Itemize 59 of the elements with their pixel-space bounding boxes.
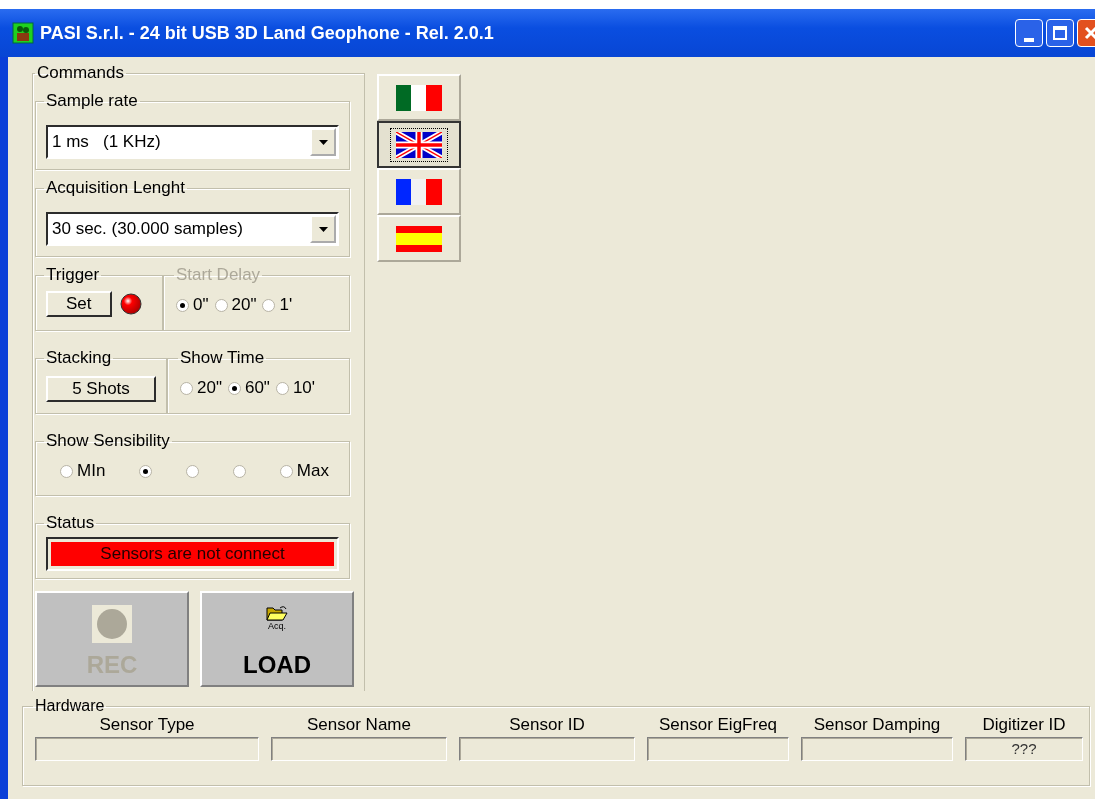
radio-label: 20": [197, 378, 222, 398]
window-title: PASI S.r.l. - 24 bit USB 3D Land Geophone - Rel. 2.0.1: [40, 22, 495, 44]
field-label: Sensor ID: [509, 715, 585, 735]
status-message: Sensors are not connect: [51, 542, 334, 566]
group-label: Trigger: [45, 265, 101, 285]
radio-button[interactable]: [227, 381, 241, 395]
field-label: Digitizer ID: [982, 715, 1066, 735]
folder-icon: [266, 605, 288, 621]
dropdown[interactable]: 1 ms (1 KHz): [46, 125, 339, 159]
radio-button[interactable]: [139, 464, 153, 478]
radio-button[interactable]: [180, 381, 193, 395]
readonly-field: ???: [965, 737, 1083, 761]
dropdown[interactable]: 30 sec. (30.000 samples): [46, 212, 339, 246]
radio-button[interactable]: [60, 464, 73, 478]
field-label: Sensor Name: [307, 715, 411, 735]
radio-button[interactable]: [232, 464, 246, 478]
radio-label: 1': [279, 295, 293, 315]
radio-label: MIn: [77, 461, 106, 481]
radio-label: 20": [231, 295, 257, 315]
dropdown-arrow-button[interactable]: [310, 128, 336, 156]
load-button[interactable]: Acq. LOAD: [200, 591, 354, 687]
group-label: Commands: [36, 63, 125, 83]
field-label: Sensor Damping: [813, 715, 941, 735]
record-icon: [92, 605, 132, 643]
field-label: Sensor Type: [99, 715, 195, 735]
group-label: Show Time: [179, 348, 266, 368]
group-label: Acquisition Lenght: [45, 178, 186, 198]
radio-label: 60": [244, 378, 270, 398]
field-label: Sensor EigFreq: [658, 715, 778, 735]
radio-button[interactable]: [275, 381, 289, 395]
set-button[interactable]: Set: [46, 291, 112, 317]
radio-label: Max: [296, 461, 329, 481]
stacking-button[interactable]: 5 Shots: [46, 376, 156, 402]
radio-label: 10': [292, 378, 316, 398]
icon-caption: Acq.: [268, 621, 286, 631]
group-label: Show Sensibility: [45, 431, 171, 451]
dropdown-arrow-button[interactable]: [310, 215, 336, 243]
caret-icon: [318, 139, 328, 145]
flag-icon: [396, 131, 442, 158]
flag-icon: [396, 225, 442, 252]
caret-icon: [318, 226, 328, 232]
close-icon: [1084, 26, 1095, 40]
minimize-button[interactable]: [1015, 19, 1043, 47]
minimize-icon: [1024, 38, 1034, 42]
language-button[interactable]: [377, 121, 461, 168]
group-label: Stacking: [45, 348, 113, 368]
indicator-light: [119, 293, 142, 315]
group-label: Start Delay: [175, 265, 262, 285]
group-label: Hardware: [34, 697, 106, 715]
maximize-icon: [1053, 26, 1067, 40]
maximize-button[interactable]: [1046, 19, 1074, 47]
radio-button[interactable]: [186, 464, 200, 478]
group-label: Status: [45, 513, 96, 533]
radio-button[interactable]: [279, 464, 293, 478]
flag-icon: [396, 178, 442, 205]
flag-icon: [396, 84, 442, 111]
app-icon: [12, 22, 34, 44]
group-label: Sample rate: [45, 91, 139, 111]
radio-label: 0": [193, 295, 209, 315]
